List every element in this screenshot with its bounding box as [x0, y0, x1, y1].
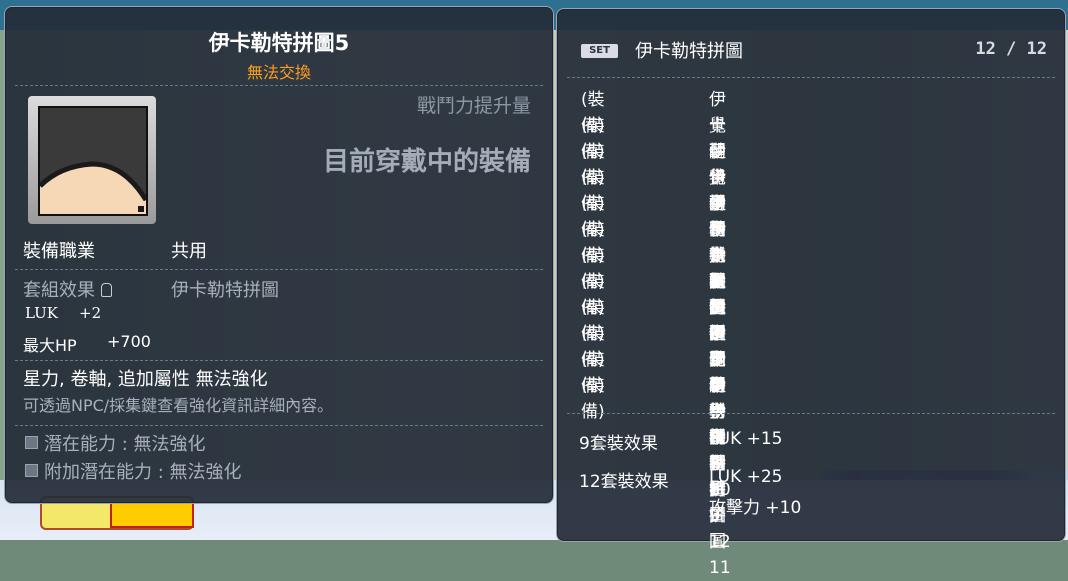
- set-tag: SET: [581, 44, 618, 58]
- set-title: 伊卡勒特拼圖: [635, 41, 743, 62]
- bullet-icon: [25, 464, 38, 477]
- enhance-line: 星力, 卷軸, 追加屬性 無法強化: [23, 369, 268, 390]
- stat-value: +2: [79, 304, 102, 322]
- background-sign-accent: [110, 502, 194, 528]
- set-item-name: 伊卡勒特拼圖12: [709, 376, 731, 552]
- set-info-panel: SET 伊卡勒特拼圖 12 / 12 (裝備) 伊卡勒特拼圖1 (裝備) 覺醒伊卡勒…: [556, 8, 1066, 578]
- divider: [15, 425, 543, 426]
- stat-label: LUK: [25, 304, 58, 322]
- bullet-icon: [25, 436, 38, 449]
- set-item-slot: (裝備): [581, 376, 605, 422]
- divider: [15, 269, 543, 270]
- stat-value: +700: [107, 332, 151, 351]
- set-count: 12 / 12: [975, 39, 1047, 59]
- puzzle-piece-icon: [38, 106, 148, 216]
- item-tooltip: 伊卡勒特拼圖5 無法交換 戰鬥力提升量 目前穿戴中的裝備 裝備職業 共用 套組效…: [4, 6, 554, 504]
- potential-text: 潛在能力 : 無法強化: [44, 434, 206, 455]
- divider: [15, 85, 543, 86]
- job-label: 裝備職業: [23, 241, 95, 262]
- set-bonus-stat: 攻擊力 +10: [709, 498, 802, 518]
- divider: [15, 360, 543, 361]
- trade-status: 無法交換: [246, 63, 311, 82]
- potential-row: 潛在能力 : 無法強化: [25, 430, 206, 456]
- divider: [567, 413, 1055, 414]
- lock-icon: [101, 283, 112, 297]
- item-name: 伊卡勒特拼圖5: [208, 31, 350, 55]
- enhance-hint: 可透過NPC/採集鍵查看強化資訊詳細內容。: [23, 396, 334, 415]
- item-icon-frame: [28, 96, 156, 224]
- set-bonus-label: 9套裝效果: [579, 434, 658, 454]
- bonus-potential-row: 附加潛在能力 : 無法強化: [25, 458, 242, 484]
- set-effect-value: 伊卡勒特拼圖: [171, 280, 279, 301]
- set-bonus-stat: LUK +15: [709, 429, 783, 449]
- set-bonus-stat: LUK +25: [709, 467, 783, 487]
- currently-equipped-label: 目前穿戴中的裝備: [322, 147, 531, 177]
- stat-label: 最大HP: [23, 336, 77, 355]
- bonus-potential-text: 附加潛在能力 : 無法強化: [44, 462, 242, 483]
- set-effect-label: 套組效果: [23, 280, 95, 301]
- divider: [567, 77, 1055, 78]
- combat-power-gain-label: 戰鬥力提升量: [416, 95, 531, 117]
- job-value: 共用: [171, 241, 207, 262]
- set-bonus-label: 12套裝效果: [579, 472, 669, 492]
